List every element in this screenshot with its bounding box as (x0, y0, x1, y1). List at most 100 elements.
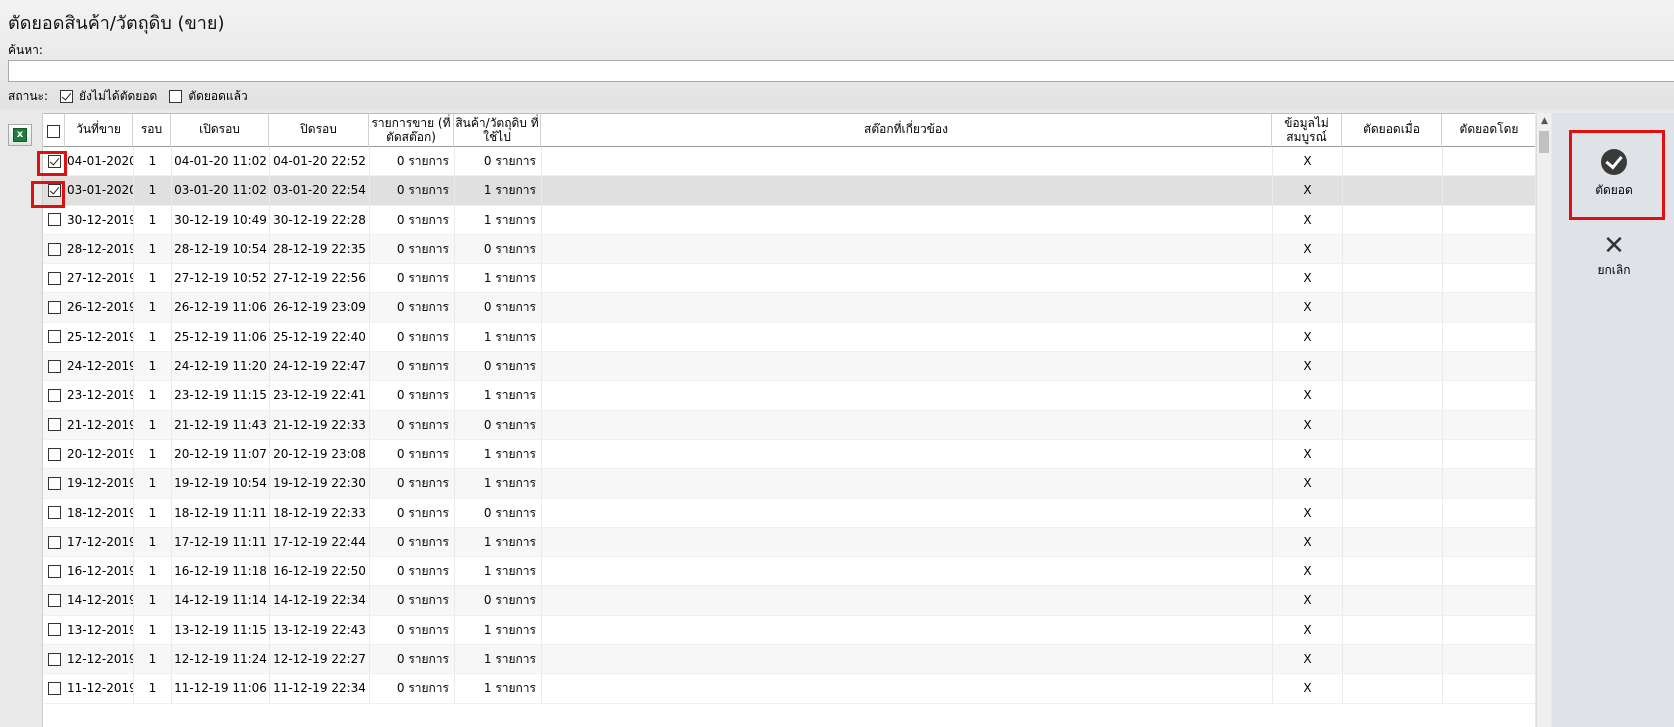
row-checkbox[interactable] (47, 213, 61, 227)
col-close-round[interactable]: ปิดรอบ (269, 114, 369, 147)
round-cell: 1 (133, 176, 171, 205)
table-row[interactable]: 14-12-2019 1 14-12-19 11:14 14-12-19 22:34 0… (43, 586, 1535, 616)
row-checkbox[interactable] (47, 652, 61, 666)
cut-by-cell (1442, 410, 1522, 439)
table-row[interactable]: 13-12-2019 1 13-12-19 11:15 13-12-19 22:43 0… (43, 615, 1535, 646)
table-row[interactable]: 30-12-2019 1 30-12-19 10:49 30-12-19 22:28 0… (43, 205, 1535, 235)
search-input[interactable] (8, 60, 1674, 82)
table-row[interactable]: 11-12-2019 1 11-12-19 11:06 11-12-19 22:34 0… (43, 674, 1535, 704)
status-cut-label[interactable]: ตัดยอดแล้ว (188, 87, 247, 106)
related-stock-cell (541, 234, 1272, 264)
col-sale-date[interactable]: วันที่ขาย (65, 114, 133, 147)
col-cut-by[interactable]: ตัดยอดโดย (1442, 114, 1535, 147)
row-checkbox[interactable] (47, 271, 61, 285)
scroll-up-arrow-icon[interactable]: ▲ (1537, 113, 1552, 129)
cut-when-cell (1342, 381, 1442, 410)
table-row[interactable]: 28-12-2019 1 28-12-19 10:54 28-12-19 22:35 0… (43, 234, 1535, 265)
row-checkbox[interactable] (47, 564, 61, 578)
table-row[interactable]: 27-12-2019 1 27-12-19 10:52 27-12-19 22:56 0… (43, 264, 1535, 294)
select-all-cell (43, 114, 65, 147)
col-sales-items[interactable]: รายการขาย (ที่ตัดสต๊อก) (369, 114, 454, 147)
incomplete-cell: X (1272, 264, 1342, 293)
row-checkbox[interactable] (47, 183, 61, 197)
table-row[interactable]: 23-12-2019 1 23-12-19 11:15 23-12-19 22:41 0… (43, 381, 1535, 411)
row-checkbox[interactable] (47, 506, 61, 520)
row-checkbox[interactable] (47, 623, 61, 637)
cancel-button[interactable]: ✕ ยกเลิก (1570, 233, 1658, 280)
used-items-cell: 0 รายการ (454, 586, 541, 615)
cut-by-cell (1442, 586, 1522, 615)
row-checkbox[interactable] (47, 301, 61, 315)
row-checkbox[interactable] (47, 418, 61, 432)
col-open-round[interactable]: เปิดรอบ (171, 114, 269, 147)
grid-header: วันที่ขาย รอบ เปิดรอบ ปิดรอบ รายการขาย (… (43, 113, 1535, 147)
cut-when-cell (1342, 410, 1442, 439)
open-round-cell: 27-12-19 10:52 (171, 264, 269, 293)
col-incomplete[interactable]: ข้อมูลไม่ สมบูรณ์ (1272, 114, 1342, 147)
close-icon: ✕ (1603, 231, 1625, 261)
table-row[interactable]: 25-12-2019 1 25-12-19 11:06 25-12-19 22:40 0… (43, 322, 1535, 353)
row-checkbox[interactable] (47, 681, 61, 695)
used-items-cell: 1 รายการ (454, 176, 541, 205)
related-stock-cell (541, 147, 1272, 176)
col-round[interactable]: รอบ (133, 114, 171, 147)
sale-date-cell: 21-12-2019 (67, 417, 133, 432)
related-stock-cell (541, 527, 1272, 557)
incomplete-cell: X (1272, 645, 1342, 674)
sale-date-cell: 17-12-2019 (67, 534, 133, 549)
row-checkbox[interactable] (47, 154, 61, 168)
cut-by-cell (1442, 147, 1522, 176)
table-row[interactable]: 19-12-2019 1 19-12-19 10:54 19-12-19 22:30 0… (43, 469, 1535, 499)
used-items-cell: 1 รายการ (454, 381, 541, 410)
status-not-cut-checkbox[interactable] (60, 89, 74, 103)
sale-date-cell: 03-01-2020 (67, 183, 133, 198)
row-checkbox[interactable] (47, 359, 61, 373)
used-items-cell: 1 รายการ (454, 469, 541, 498)
col-used-items[interactable]: สินค้า/วัตถุดิบ ที่ใช้ไป (454, 114, 541, 147)
cut-by-cell (1442, 674, 1522, 703)
round-cell: 1 (133, 381, 171, 410)
table-row[interactable]: 21-12-2019 1 21-12-19 11:43 21-12-19 22:33 0… (43, 410, 1535, 440)
confirm-cut-button[interactable]: ตัดยอด (1570, 149, 1658, 200)
row-checkbox[interactable] (47, 447, 61, 461)
row-checkbox[interactable] (47, 476, 61, 490)
related-stock-cell (541, 645, 1272, 674)
table-row[interactable]: 24-12-2019 1 24-12-19 11:20 24-12-19 22:47 0… (43, 352, 1535, 382)
row-checkbox[interactable] (47, 535, 61, 549)
cut-when-cell (1342, 469, 1442, 498)
table-row[interactable]: 17-12-2019 1 17-12-19 11:11 17-12-19 22:44 0… (43, 527, 1535, 558)
excel-icon: x (13, 128, 27, 142)
status-not-cut-label[interactable]: ยังไม่ได้ตัดยอด (79, 87, 157, 106)
row-checkbox-cell (43, 411, 65, 439)
row-checkbox[interactable] (47, 242, 61, 256)
select-all-checkbox[interactable] (47, 125, 60, 138)
col-related-stock[interactable]: สต๊อกที่เกี่ยวข้อง (541, 114, 1272, 147)
row-checkbox-cell (43, 293, 65, 321)
scroll-thumb[interactable] (1539, 131, 1549, 153)
used-items-cell: 0 รายการ (454, 147, 541, 176)
status-cut-checkbox[interactable] (169, 89, 183, 103)
table-row[interactable]: 04-01-2020 1 04-01-20 11:02 04-01-20 22:52 0… (43, 147, 1535, 177)
sales-items-cell: 0 รายการ (369, 293, 454, 322)
open-round-cell: 20-12-19 11:07 (171, 439, 269, 469)
row-checkbox[interactable] (47, 330, 61, 344)
col-cut-when[interactable]: ตัดยอดเมื่อ (1342, 114, 1442, 147)
table-row[interactable]: 20-12-2019 1 20-12-19 11:07 20-12-19 23:08 0… (43, 439, 1535, 470)
sales-items-cell: 0 รายการ (369, 410, 454, 439)
row-checkbox[interactable] (47, 594, 61, 608)
table-row[interactable]: 12-12-2019 1 12-12-19 11:24 12-12-19 22:27 0… (43, 645, 1535, 675)
close-round-cell: 30-12-19 22:28 (269, 205, 369, 234)
row-checkbox[interactable] (47, 389, 61, 403)
sales-items-cell: 0 รายการ (369, 469, 454, 498)
table-row[interactable]: 16-12-2019 1 16-12-19 11:18 16-12-19 22:50 0… (43, 557, 1535, 587)
round-cell: 1 (133, 205, 171, 234)
table-row[interactable]: 26-12-2019 1 26-12-19 11:06 26-12-19 23:09 0… (43, 293, 1535, 323)
vertical-scrollbar[interactable]: ▲ (1536, 113, 1551, 727)
cut-when-cell (1342, 293, 1442, 322)
incomplete-cell: X (1272, 176, 1342, 205)
export-excel-button[interactable]: x (8, 124, 32, 146)
table-row[interactable]: 03-01-2020 1 03-01-20 11:02 03-01-20 22:54 0… (43, 176, 1535, 206)
row-checkbox-cell (43, 645, 65, 673)
table-row[interactable]: 18-12-2019 1 18-12-19 11:11 18-12-19 22:33 0… (43, 498, 1535, 528)
cut-when-cell (1342, 557, 1442, 586)
